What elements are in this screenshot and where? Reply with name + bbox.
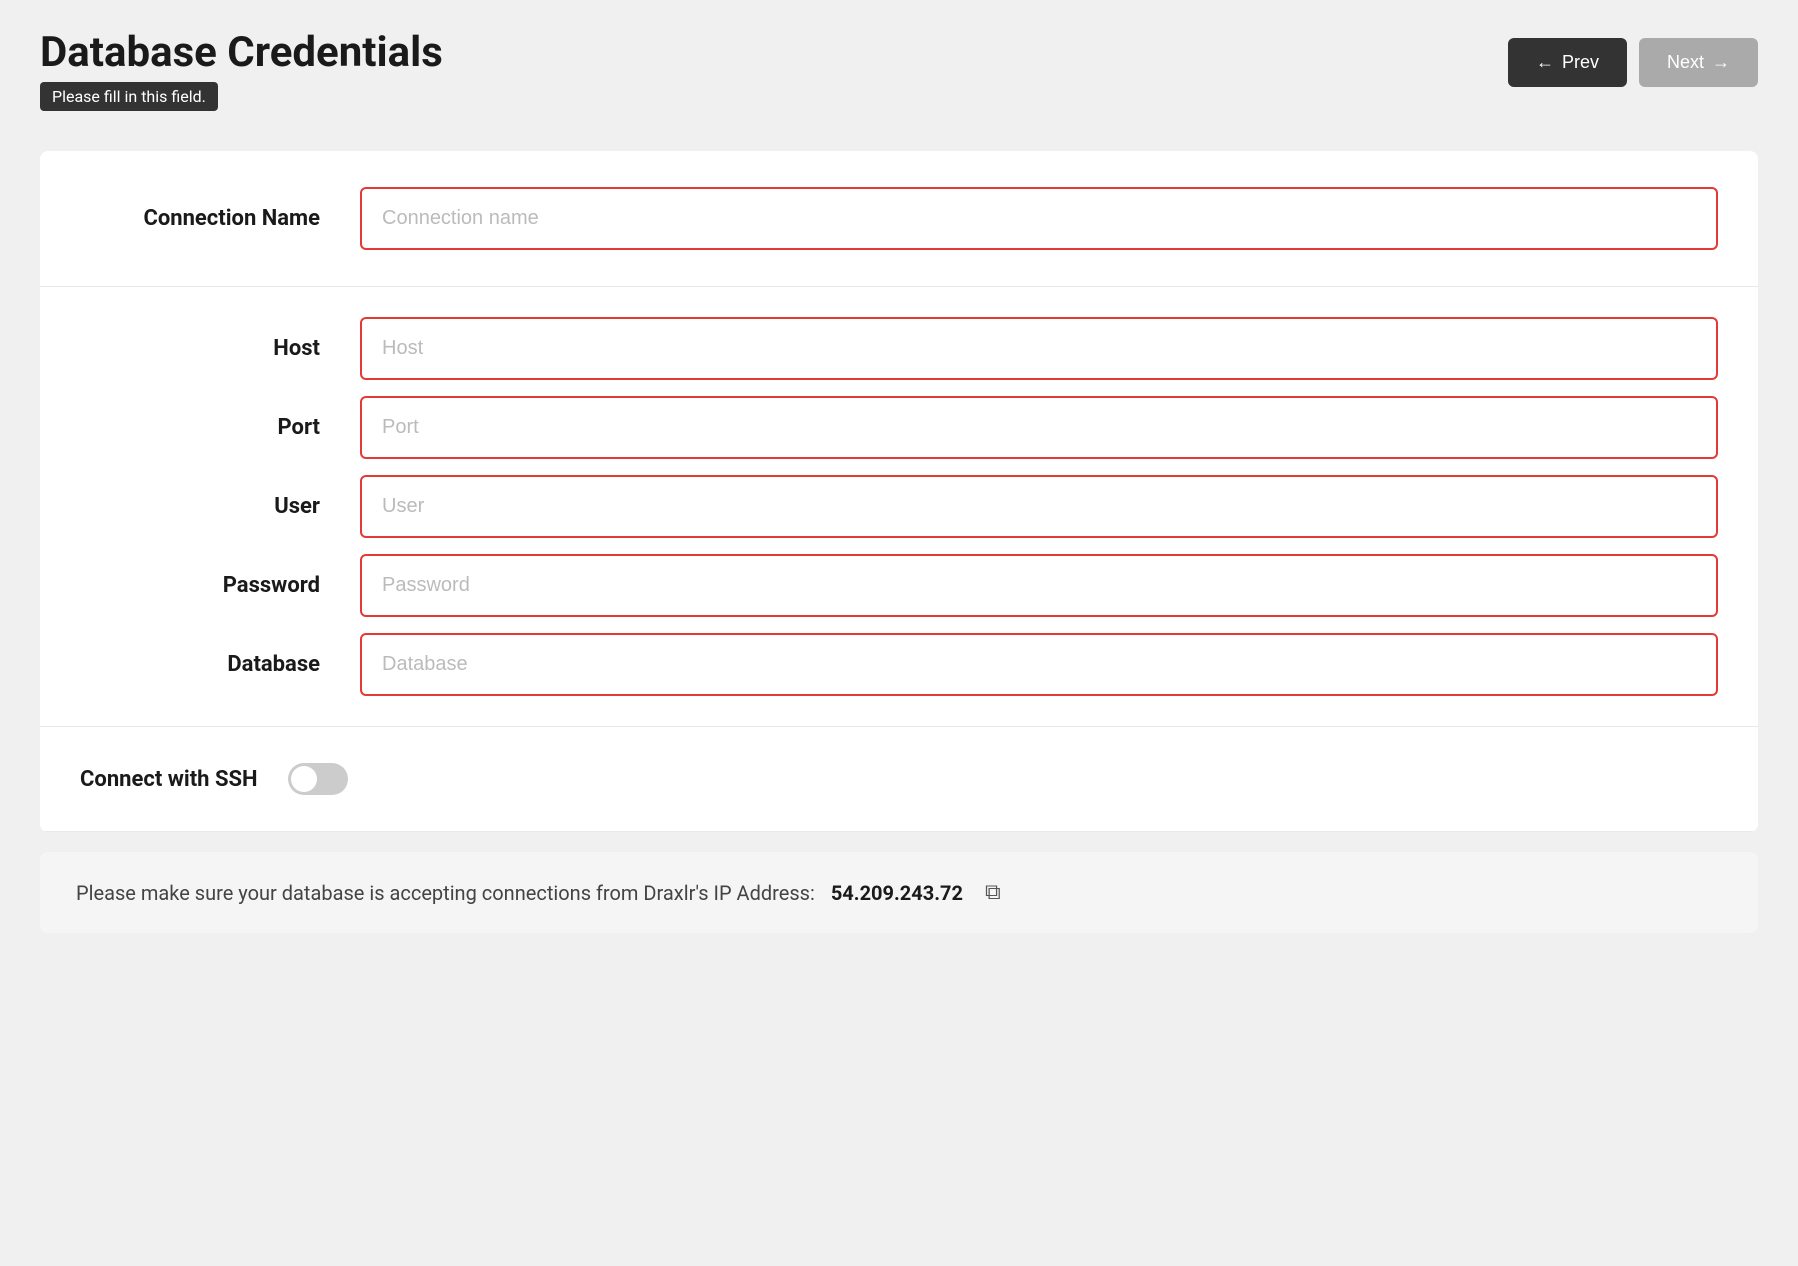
toggle-slider <box>288 763 348 795</box>
header: Database Credentials Please fill in this… <box>0 0 1798 131</box>
connection-name-label: Connection Name <box>80 206 320 231</box>
user-input[interactable] <box>360 475 1718 538</box>
connection-name-input[interactable] <box>360 187 1718 250</box>
user-label: User <box>80 494 320 519</box>
next-label: Next <box>1667 52 1704 73</box>
port-input[interactable] <box>360 396 1718 459</box>
database-row: Database <box>80 633 1718 696</box>
connection-name-section: Connection Name <box>40 151 1758 287</box>
ssh-toggle[interactable] <box>288 763 348 795</box>
content-card: Connection Name Host Port User Password <box>40 151 1758 832</box>
prev-label: Prev <box>1562 52 1599 73</box>
ip-address: 54.209.243.72 <box>831 881 963 905</box>
password-label: Password <box>80 573 320 598</box>
host-label: Host <box>80 336 320 361</box>
password-input[interactable] <box>360 554 1718 617</box>
next-arrow-icon: → <box>1712 52 1730 73</box>
info-text: Please make sure your database is accept… <box>76 881 815 905</box>
prev-arrow-icon: ← <box>1536 52 1554 73</box>
password-row: Password <box>80 554 1718 617</box>
database-label: Database <box>80 652 320 677</box>
header-buttons: ← Prev Next → <box>1508 38 1758 87</box>
host-input[interactable] <box>360 317 1718 380</box>
port-row: Port <box>80 396 1718 459</box>
ssh-section: Connect with SSH <box>40 727 1758 832</box>
copy-icon[interactable]: ⧉ <box>985 880 1001 905</box>
header-left: Database Credentials Please fill in this… <box>40 30 443 111</box>
database-input[interactable] <box>360 633 1718 696</box>
prev-button[interactable]: ← Prev <box>1508 38 1627 87</box>
info-box: Please make sure your database is accept… <box>40 852 1758 933</box>
next-button[interactable]: Next → <box>1639 38 1758 87</box>
host-row: Host <box>80 317 1718 380</box>
db-credentials-section: Host Port User Password Database <box>40 287 1758 727</box>
ssh-label: Connect with SSH <box>80 767 258 792</box>
validation-tooltip: Please fill in this field. <box>40 82 218 111</box>
user-row: User <box>80 475 1718 538</box>
page-title: Database Credentials <box>40 30 443 76</box>
page-container: Database Credentials Please fill in this… <box>0 0 1798 1266</box>
port-label: Port <box>80 415 320 440</box>
